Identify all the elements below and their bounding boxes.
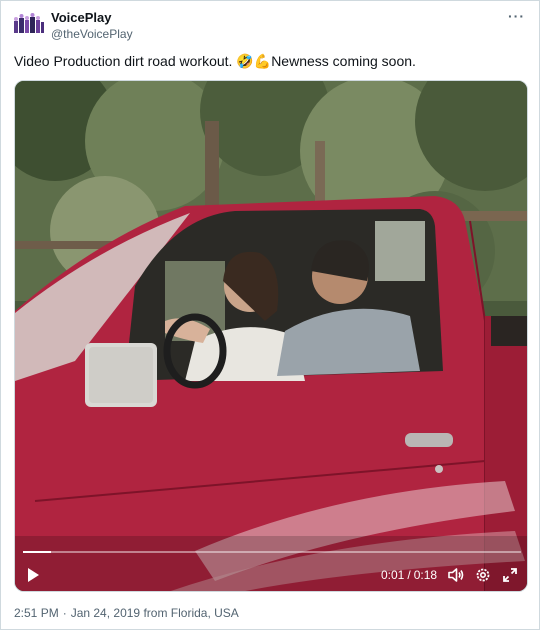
volume-icon[interactable] bbox=[447, 566, 465, 584]
video-player[interactable]: 0:01/0:18 bbox=[14, 80, 528, 592]
author-display-name[interactable]: VoicePlay bbox=[51, 10, 133, 26]
tweet-emoji: 🤣💪 bbox=[236, 53, 272, 69]
tweet-text-end: Newness coming soon. bbox=[271, 53, 416, 69]
fullscreen-icon[interactable] bbox=[501, 566, 519, 584]
more-options-icon[interactable]: ··· bbox=[508, 8, 525, 24]
tweet-meta: 2:51 PM · Jan 24, 2019 from Florida, USA bbox=[14, 606, 239, 620]
author-block[interactable]: VoicePlay @theVoicePlay bbox=[51, 10, 133, 42]
tweet-location: from Florida, USA bbox=[143, 606, 239, 620]
tweet-card: VoicePlay @theVoicePlay ··· Video Produc… bbox=[0, 0, 540, 630]
tweet-date[interactable]: Jan 24, 2019 bbox=[71, 606, 140, 620]
group-avatar-icon[interactable] bbox=[13, 13, 45, 37]
duration: 0:18 bbox=[413, 568, 438, 582]
video-progress-fill bbox=[23, 551, 51, 553]
video-progress-bar[interactable] bbox=[23, 551, 521, 553]
video-controls: 0:01/0:18 bbox=[15, 561, 527, 591]
video-time: 0:01/0:18 bbox=[381, 568, 437, 582]
settings-icon[interactable] bbox=[474, 566, 492, 584]
author-handle[interactable]: @theVoicePlay bbox=[51, 26, 133, 42]
tweet-text: Video Production dirt road workout. 🤣💪Ne… bbox=[14, 52, 416, 70]
tweet-time[interactable]: 2:51 PM bbox=[14, 606, 59, 620]
current-time: 0:01 bbox=[381, 568, 405, 582]
time-separator: / bbox=[407, 568, 411, 582]
meta-dot: · bbox=[62, 606, 67, 620]
tweet-text-start: Video Production dirt road workout. bbox=[14, 53, 237, 69]
video-frame bbox=[15, 81, 527, 591]
play-icon[interactable] bbox=[25, 567, 41, 583]
